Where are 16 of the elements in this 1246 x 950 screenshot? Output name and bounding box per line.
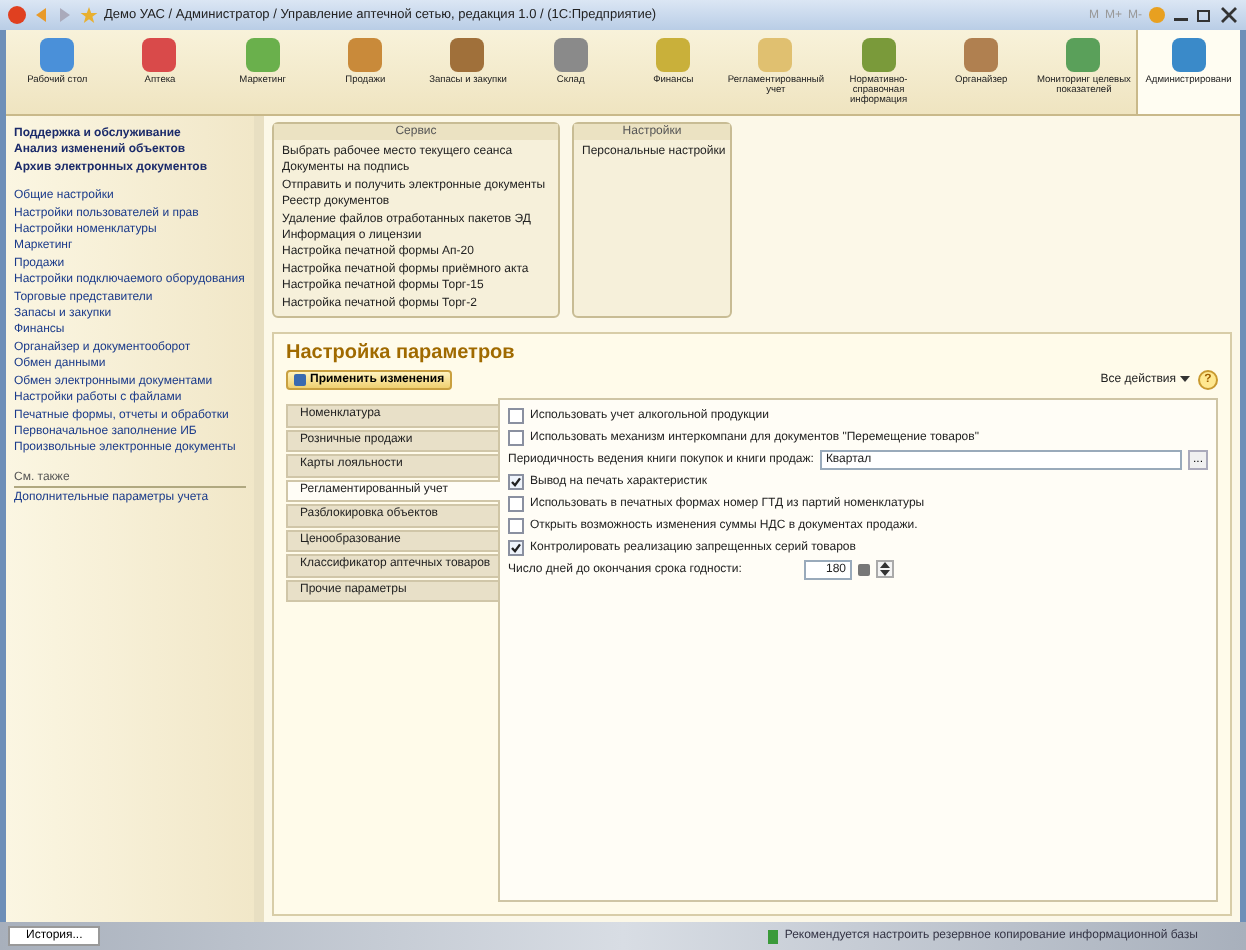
save-icon — [294, 374, 306, 386]
checkbox[interactable] — [508, 495, 524, 511]
checkbox[interactable] — [508, 517, 524, 533]
star-icon[interactable] — [80, 6, 98, 24]
restore-icon[interactable] — [1196, 6, 1214, 24]
form-title: Настройка параметров — [286, 342, 517, 364]
spin-buttons-icon[interactable] — [876, 560, 894, 578]
caret-icon — [1180, 376, 1190, 384]
checkbox[interactable] — [508, 539, 524, 555]
close-icon[interactable] — [1220, 6, 1238, 24]
checkbox[interactable] — [508, 429, 524, 445]
checkbox[interactable] — [508, 407, 524, 423]
checkbox[interactable] — [508, 473, 524, 489]
back-arrow-icon[interactable] — [32, 6, 50, 24]
forward-arrow-icon[interactable] — [56, 6, 74, 24]
app-logo-icon[interactable] — [8, 6, 26, 24]
